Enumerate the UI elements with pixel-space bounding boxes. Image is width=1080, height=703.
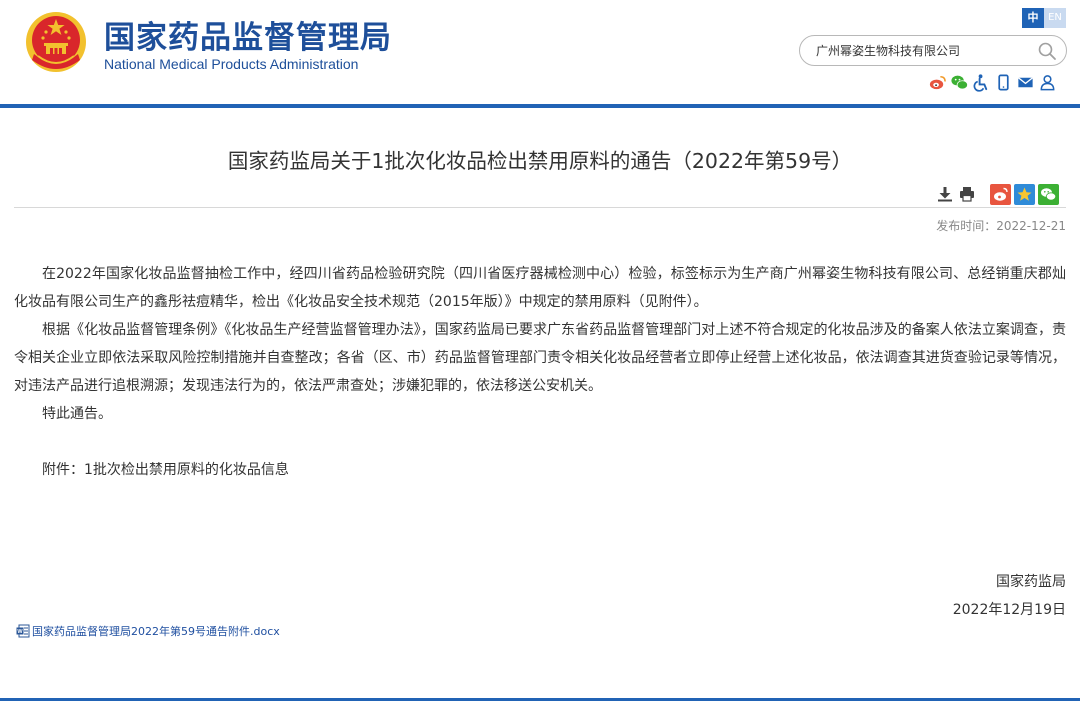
download-icon[interactable]	[936, 185, 954, 203]
site-header: 国家药品监督管理局 National Medical Products Admi…	[0, 0, 1080, 104]
share-wechat-icon[interactable]	[1038, 183, 1059, 205]
attachment-link[interactable]: W 国家药品监督管理局2022年第59号通告附件.docx	[16, 623, 280, 639]
print-icon[interactable]	[958, 185, 976, 203]
article-body: 在2022年国家化妆品监督抽检工作中，经四川省药品检验研究院（四川省医疗器械检测…	[14, 260, 1066, 484]
article-title: 国家药监局关于1批次化妆品检出禁用原料的通告（2022年第59号）	[227, 149, 853, 173]
search-input[interactable]	[816, 36, 1026, 65]
wechat-icon[interactable]	[950, 73, 969, 92]
publish-time: 发布时间：2022-12-21	[936, 217, 1066, 234]
signature-date: 2022年12月19日	[952, 602, 1066, 618]
mobile-icon[interactable]	[994, 73, 1013, 92]
share-favorite-icon[interactable]	[1014, 183, 1035, 205]
weibo-icon[interactable]	[928, 73, 947, 92]
article-paragraph: 特此通告。	[42, 406, 112, 422]
accessibility-icon[interactable]	[972, 73, 991, 92]
user-icon[interactable]	[1038, 73, 1057, 92]
article-paragraph: 在2022年国家化妆品监督抽检工作中，经四川省药品检验研究院（四川省医疗器械检测…	[14, 266, 1066, 310]
title-divider	[14, 207, 1066, 208]
lang-switch-english[interactable]: EN	[1044, 8, 1066, 28]
article-paragraph: 根据《化妆品监督管理条例》《化妆品生产经营监督管理办法》，国家药监局已要求广东省…	[14, 322, 1066, 394]
search-box	[799, 35, 1067, 66]
header-tool-icons	[928, 72, 1057, 92]
article-actions	[936, 183, 1059, 205]
national-emblem-icon	[26, 12, 86, 72]
attachment-filename[interactable]: 国家药品监督管理局2022年第59号通告附件.docx	[32, 623, 280, 639]
site-title-english[interactable]: National Medical Products Administration	[104, 56, 358, 72]
publish-time-label: 发布时间：	[936, 219, 997, 233]
publish-date: 2022-12-21	[996, 219, 1066, 233]
site-title[interactable]: 国家药品监督管理局	[104, 12, 392, 57]
header-divider	[0, 104, 1080, 108]
search-icon[interactable]	[1036, 40, 1058, 62]
lang-switch-chinese[interactable]: 中	[1022, 8, 1044, 28]
attachment-description: 附件：1批次检出禁用原料的化妆品信息	[42, 462, 289, 478]
mail-icon[interactable]	[1016, 73, 1035, 92]
svg-text:W: W	[17, 629, 23, 635]
share-weibo-icon[interactable]	[990, 183, 1011, 205]
footer-divider	[0, 698, 1080, 701]
signature-org: 国家药监局	[996, 574, 1066, 590]
word-document-icon: W	[16, 624, 30, 638]
